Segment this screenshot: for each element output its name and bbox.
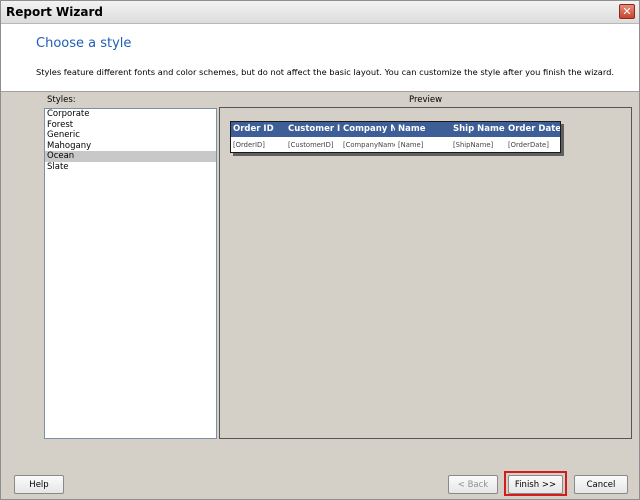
style-item-slate[interactable]: Slate bbox=[45, 162, 216, 173]
style-item-corporate[interactable]: Corporate bbox=[45, 109, 216, 120]
close-button[interactable]: ✕ bbox=[619, 4, 635, 19]
page-description: Styles feature different fonts and color… bbox=[36, 67, 614, 77]
style-item-ocean[interactable]: Ocean bbox=[45, 151, 216, 162]
preview-cell: [OrderDate] bbox=[508, 141, 549, 149]
preview-column-header: Ship Name bbox=[453, 124, 505, 134]
style-item-forest[interactable]: Forest bbox=[45, 120, 216, 131]
page-title: Choose a style bbox=[36, 36, 132, 51]
style-item-mahogany[interactable]: Mahogany bbox=[45, 141, 216, 152]
back-button[interactable]: < Back bbox=[448, 475, 498, 494]
preview-column-header: Order Date bbox=[508, 124, 560, 134]
preview-column-header: Order ID bbox=[233, 124, 274, 134]
style-item-generic[interactable]: Generic bbox=[45, 130, 216, 141]
preview-panel: Order ID Customer I Company N Name Ship … bbox=[219, 107, 632, 439]
finish-button[interactable]: Finish >> bbox=[508, 475, 563, 494]
wizard-header: Choose a style Styles feature different … bbox=[1, 24, 639, 92]
styles-label: Styles: bbox=[47, 95, 76, 105]
cancel-button[interactable]: Cancel bbox=[574, 475, 628, 494]
preview-cell: [CustomerID] bbox=[288, 141, 334, 149]
close-icon: ✕ bbox=[622, 5, 632, 18]
report-wizard-window: Report Wizard ✕ Choose a style Styles fe… bbox=[0, 0, 640, 500]
preview-column-header: Company N bbox=[343, 124, 395, 134]
preview-table-header: Order ID Customer I Company N Name Ship … bbox=[231, 122, 560, 137]
preview-cell: [Name] bbox=[398, 141, 424, 149]
preview-cell: [CompanyName bbox=[343, 141, 395, 149]
preview-cell: [ShipName] bbox=[453, 141, 494, 149]
preview-label: Preview bbox=[409, 95, 443, 105]
preview-table: Order ID Customer I Company N Name Ship … bbox=[230, 121, 561, 153]
window-title: Report Wizard bbox=[6, 5, 103, 19]
preview-column-header: Name bbox=[398, 124, 426, 134]
help-button[interactable]: Help bbox=[14, 475, 64, 494]
styles-listbox[interactable]: Corporate Forest Generic Mahogany Ocean … bbox=[44, 108, 217, 439]
title-bar: Report Wizard ✕ bbox=[1, 1, 639, 24]
preview-column-header: Customer I bbox=[288, 124, 340, 134]
preview-cell: [OrderID] bbox=[233, 141, 265, 149]
